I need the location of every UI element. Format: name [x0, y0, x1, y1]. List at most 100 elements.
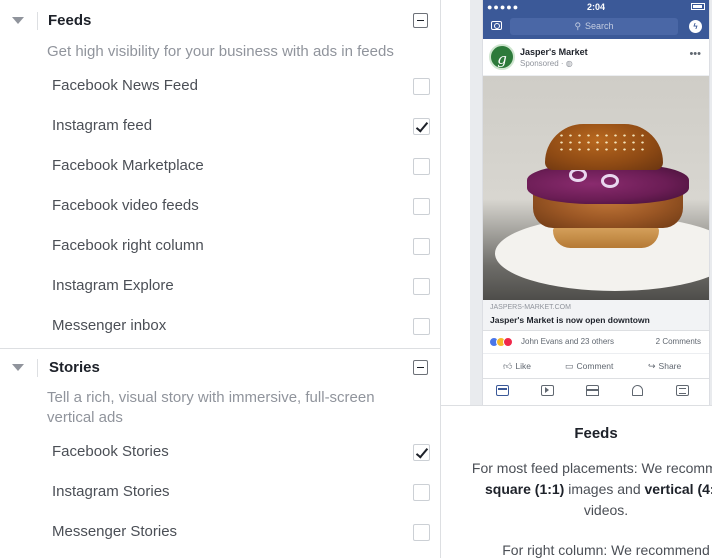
thumbs-up-icon: 👍︎: [503, 361, 513, 371]
video-tab-icon: [541, 385, 554, 396]
sponsored-label: Sponsored · ◍: [520, 59, 573, 68]
phone-status-bar: ●●●●● 2:04: [483, 0, 709, 14]
reactions-bar: John Evans and 23 others 2 Comments: [483, 331, 709, 354]
phone-mockup: ●●●●● 2:04 ⚲ Search ϟ g Jasper's Market S…: [482, 0, 710, 405]
placement-checkbox[interactable]: [413, 78, 430, 95]
status-time: 2:04: [586, 2, 605, 12]
post-actions: 👍︎ Like ▭ Comment ↪ Share: [483, 354, 709, 379]
sesame-seeds: [557, 132, 647, 152]
marketplace-tab-icon: [586, 385, 599, 396]
placements-panel: Feeds Get high visibility for your busin…: [0, 0, 441, 558]
brand-logo: g: [489, 44, 515, 70]
camera-icon: [491, 21, 502, 30]
recommendation-text: For most feed placements: We recommend: [471, 460, 712, 476]
search-icon: ⚲: [574, 21, 582, 31]
collapse-checkbox-icon[interactable]: [413, 360, 428, 375]
placement-row[interactable]: Facebook News Feed: [0, 67, 441, 107]
divider: [37, 12, 38, 30]
placement-row[interactable]: Instagram Stories: [0, 473, 441, 513]
search-input: ⚲ Search: [510, 18, 678, 35]
preview-recommendations: Feeds For most feed placements: We recom…: [441, 405, 712, 559]
placement-label: Messenger inbox: [52, 317, 167, 334]
feeds-title: Feeds: [48, 12, 92, 29]
divider: [37, 359, 38, 377]
onion-ring: [569, 168, 587, 182]
placement-row[interactable]: Facebook Marketplace: [0, 147, 441, 187]
stories-title: Stories: [49, 359, 100, 376]
ad-image-burger: [483, 76, 709, 300]
placement-label: Facebook Stories: [52, 443, 169, 460]
bun-bottom: [553, 226, 659, 248]
news-feed-tab-icon: [496, 385, 509, 396]
phone-tab-bar: [483, 379, 709, 403]
placement-checkbox[interactable]: [413, 198, 430, 215]
comment-icon: ▭: [565, 361, 574, 371]
placement-checkbox[interactable]: [413, 318, 430, 335]
recommendation-emphasis: vertical (4:5): [644, 481, 712, 497]
ad-preview-frame: ●●●●● 2:04 ⚲ Search ϟ g Jasper's Market S…: [470, 0, 712, 405]
stories-section: Stories Tell a rich, visual story with i…: [0, 349, 441, 558]
comment-label: Comment: [576, 361, 614, 371]
placement-label: Facebook right column: [52, 237, 204, 254]
placement-label: Messenger Stories: [52, 523, 178, 540]
placement-row[interactable]: Facebook video feeds: [0, 187, 441, 227]
comments-count: 2 Comments: [655, 337, 701, 346]
search-placeholder: Search: [585, 21, 614, 31]
caret-down-icon[interactable]: [12, 364, 24, 371]
placement-label: Facebook video feeds: [52, 197, 199, 214]
link-title: Jasper's Market is now open downtown: [490, 315, 650, 325]
placement-row[interactable]: Instagram Explore: [0, 267, 441, 307]
messenger-icon: ϟ: [689, 20, 702, 33]
recommendation-text: videos.: [583, 502, 629, 518]
recommendation-emphasis: square (1:1): [484, 481, 565, 497]
post-header: g Jasper's Market Sponsored · ◍ •••: [483, 39, 709, 76]
placement-checkbox[interactable]: [413, 444, 430, 461]
love-reaction-icon: [503, 337, 513, 347]
recommendation-text: images and: [564, 481, 645, 497]
brand-name: Jasper's Market: [520, 47, 588, 57]
like-action: 👍︎ Like: [503, 361, 531, 372]
onion-ring: [601, 174, 619, 188]
share-label: Share: [658, 361, 682, 371]
menu-tab-icon: [676, 385, 689, 396]
feeds-section: Feeds Get high visibility for your busin…: [0, 0, 441, 349]
placement-checkbox[interactable]: [413, 484, 430, 501]
notifications-bell-icon: [632, 385, 643, 396]
placement-label: Instagram Explore: [52, 277, 174, 294]
placement-row[interactable]: Facebook right column: [0, 227, 441, 267]
placement-checkbox[interactable]: [413, 238, 430, 255]
reactions-text: John Evans and 23 others: [521, 337, 614, 346]
feed-recommendation: For most feed placements: We recommend s…: [461, 458, 712, 521]
stories-description: Tell a rich, visual story with immersive…: [47, 389, 375, 426]
placement-label: Instagram Stories: [52, 483, 170, 500]
placement-checkbox[interactable]: [413, 158, 430, 175]
share-action: ↪ Share: [648, 361, 681, 372]
placement-checkbox[interactable]: [413, 524, 430, 541]
placement-row[interactable]: Instagram feed: [0, 107, 441, 147]
comment-action: ▭ Comment: [565, 361, 613, 372]
placement-checkbox[interactable]: [413, 118, 430, 135]
placement-label: Facebook News Feed: [52, 77, 198, 94]
like-label: Like: [515, 361, 531, 371]
post-link-preview: JASPERS-MARKET.COM Jasper's Market is no…: [483, 300, 709, 331]
placement-row[interactable]: Messenger Stories: [0, 513, 441, 553]
collapse-checkbox-icon[interactable]: [413, 13, 428, 28]
reaction-icons: [489, 337, 519, 347]
right-column-recommendation: For right column: We recommend: [502, 542, 710, 558]
preview-title: Feeds: [574, 425, 618, 442]
stories-section-header[interactable]: Stories: [0, 349, 441, 391]
placement-row[interactable]: Facebook Stories: [0, 433, 441, 473]
feeds-description: Get high visibility for your business wi…: [47, 43, 394, 60]
link-domain: JASPERS-MARKET.COM: [490, 304, 571, 311]
facebook-navbar: ⚲ Search ϟ: [483, 14, 709, 39]
placement-label: Instagram feed: [52, 117, 153, 134]
battery-icon: [691, 3, 705, 10]
placement-checkbox[interactable]: [413, 278, 430, 295]
bun-top: [545, 124, 663, 170]
feeds-section-header[interactable]: Feeds: [0, 0, 441, 42]
placement-label: Facebook Marketplace: [52, 157, 204, 174]
more-options-icon: •••: [689, 48, 701, 60]
caret-down-icon[interactable]: [12, 17, 24, 24]
share-icon: ↪: [648, 361, 656, 371]
placement-row[interactable]: Messenger inbox: [0, 307, 441, 347]
